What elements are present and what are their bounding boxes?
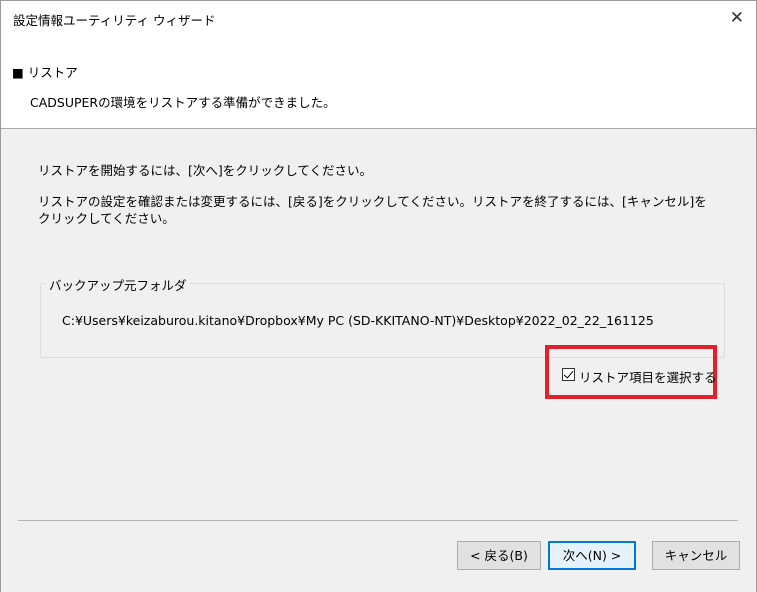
next-button[interactable]: 次へ(N) >	[548, 541, 636, 570]
back-button[interactable]: < 戻る(B)	[457, 541, 541, 570]
close-icon[interactable]: ✕	[730, 8, 744, 28]
title-bar: 設定情報ユーティリティ ウィザード ✕	[1, 1, 756, 35]
page-subtitle: CADSUPERの環境をリストアする準備ができました。	[30, 95, 336, 110]
instruction-text-2: リストアの設定を確認または変更するには、[戻る]をクリックしてください。リストア…	[38, 194, 707, 226]
page-title: ■ リストア	[12, 65, 78, 80]
cancel-button[interactable]: キャンセル	[652, 541, 740, 570]
divider	[18, 520, 738, 521]
backup-folder-path: C:¥Users¥keizaburou.kitano¥Dropbox¥My PC…	[62, 313, 654, 328]
wizard-header	[1, 35, 756, 127]
select-items-label[interactable]: リストア項目を選択する	[579, 367, 717, 386]
window-title: 設定情報ユーティリティ ウィザード	[13, 13, 216, 28]
select-items-checkbox[interactable]	[562, 368, 575, 381]
instruction-text: リストアを開始するには、[次へ]をクリックしてください。	[38, 163, 373, 178]
group-label: バックアップ元フォルダ	[46, 275, 190, 294]
